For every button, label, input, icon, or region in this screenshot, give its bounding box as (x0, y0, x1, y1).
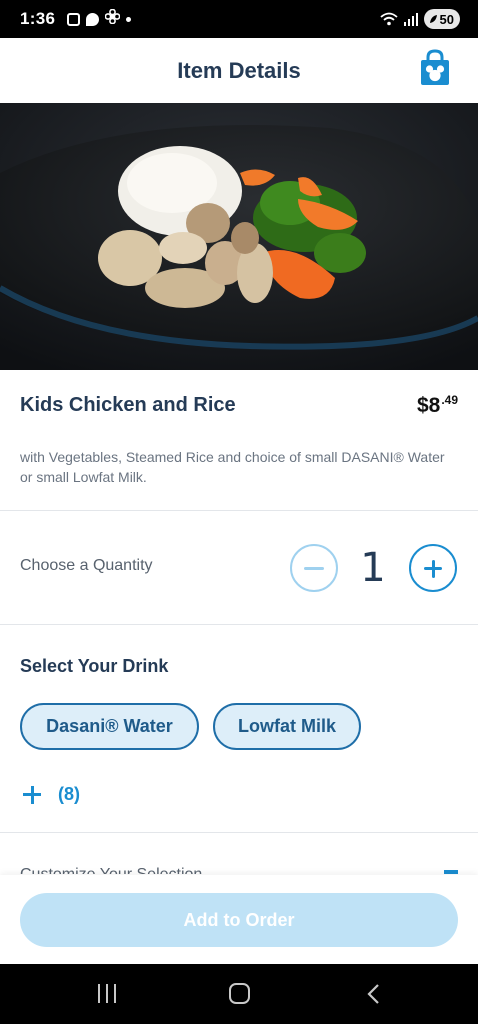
signal-icon (403, 12, 418, 26)
collapse-icon[interactable] (444, 870, 458, 874)
system-icons: 50 (379, 9, 460, 29)
increase-quantity-button[interactable] (409, 544, 457, 592)
more-options-toggle[interactable]: (8) (22, 784, 80, 805)
drink-section-title: Select Your Drink (20, 656, 169, 676)
plus-icon (22, 785, 42, 805)
drink-option-lowfat-milk[interactable]: Lowfat Milk (213, 703, 361, 750)
shopping-bag-button[interactable] (418, 49, 452, 87)
quantity-label: Choose a Quantity (20, 557, 153, 574)
system-navigation-bar (0, 964, 478, 1024)
app-header: Item Details (0, 38, 478, 103)
quantity-value: 1 (360, 545, 386, 591)
price-dollars: $8 (416, 394, 441, 417)
wifi-icon (379, 12, 398, 26)
more-notifications-dot-icon (126, 16, 132, 22)
divider (0, 832, 478, 833)
bottom-action-panel: Add to Order (0, 875, 478, 964)
add-to-order-button[interactable]: Add to Order (20, 893, 458, 947)
item-name: Kids Chicken and Rice (20, 394, 236, 416)
screenshot-icon (67, 12, 81, 26)
price-cents: .49 (441, 393, 458, 407)
divider (0, 624, 478, 625)
divider (0, 510, 478, 511)
item-price: $8.49 (417, 393, 458, 418)
battery-level: 50 (439, 11, 454, 27)
item-header-row: Kids Chicken and Rice $8.49 (20, 393, 458, 418)
back-button[interactable] (364, 983, 386, 1005)
more-options-count: (8) (58, 784, 80, 804)
recent-apps-button[interactable] (96, 984, 118, 1004)
status-bar: 1:36 50 (0, 0, 478, 38)
decrease-quantity-button[interactable] (290, 544, 338, 592)
battery-indicator: 50 (423, 9, 460, 29)
fan-icon (104, 8, 121, 29)
page-title: Item Details (177, 57, 301, 83)
item-photo (0, 103, 478, 370)
item-description: with Vegetables, Steamed Rice and choice… (20, 449, 445, 485)
food-image (0, 103, 478, 370)
status-time: 1:36 (20, 9, 56, 28)
home-button[interactable] (229, 983, 250, 1004)
mickey-shopping-bag-icon (421, 49, 449, 85)
back-arrow-icon (367, 984, 379, 1004)
minus-icon (304, 566, 324, 570)
customize-section-label[interactable]: Customize Your Selection (20, 862, 202, 874)
drink-option-dasani-water[interactable]: Dasani® Water (20, 703, 199, 750)
battery-saver-icon (429, 14, 437, 23)
chat-icon (86, 12, 100, 26)
notification-icons (67, 8, 132, 29)
